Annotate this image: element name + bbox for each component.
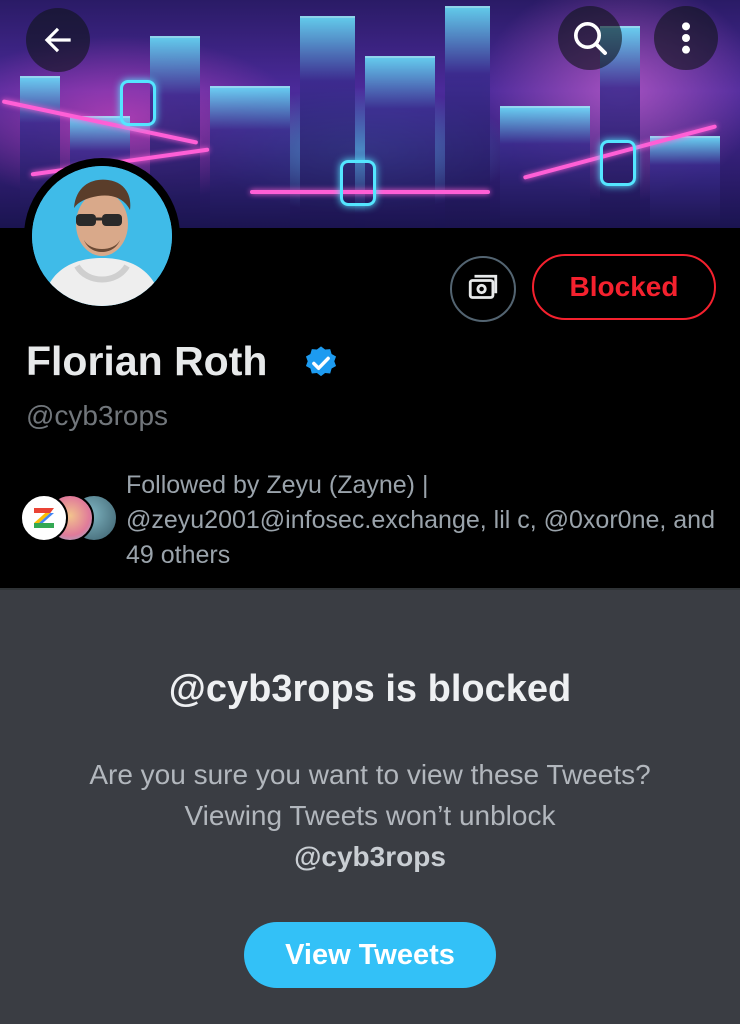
blocked-message-text: Are you sure you want to view these Twee… xyxy=(89,759,651,831)
avatar[interactable] xyxy=(24,158,180,314)
back-button[interactable] xyxy=(26,8,90,72)
money-icon xyxy=(468,274,498,299)
more-vertical-icon xyxy=(682,22,690,54)
z-logo-icon xyxy=(34,508,54,528)
more-button[interactable] xyxy=(654,6,718,70)
blocked-message: Are you sure you want to view these Twee… xyxy=(70,754,670,877)
search-icon xyxy=(574,22,607,55)
search-button[interactable] xyxy=(558,6,622,70)
follower-avatars[interactable] xyxy=(20,494,120,544)
arrow-left-icon xyxy=(44,27,71,53)
blocked-button[interactable]: Blocked xyxy=(532,254,716,320)
blocked-message-handle: @cyb3rops xyxy=(294,841,446,872)
view-tweets-button[interactable]: View Tweets xyxy=(244,922,496,988)
follower-avatar xyxy=(20,494,68,542)
profile-name: Florian Roth xyxy=(26,338,268,384)
blocked-title: @cyb3rops is blocked xyxy=(168,668,572,710)
tips-button[interactable] xyxy=(450,256,516,322)
verified-badge-icon xyxy=(305,346,337,377)
followed-by-text[interactable]: Followed by Zeyu (Zayne) | @zeyu2001@inf… xyxy=(126,468,726,573)
profile-handle: @cyb3rops xyxy=(26,400,169,431)
